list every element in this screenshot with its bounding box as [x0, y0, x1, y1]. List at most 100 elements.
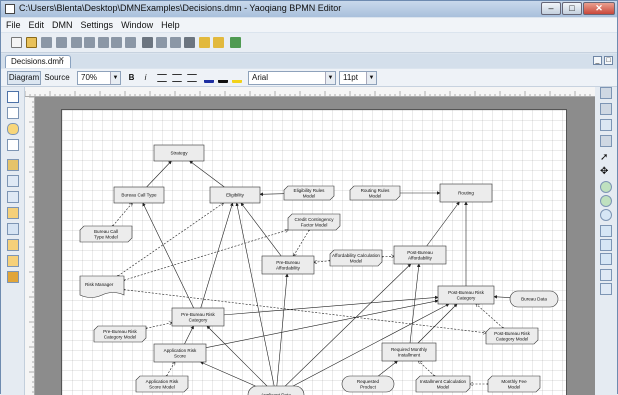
- requirement-edge[interactable]: [493, 295, 511, 299]
- requirement-edge[interactable]: [382, 256, 394, 257]
- requirement-edge[interactable]: [189, 160, 225, 188]
- requirement-edge[interactable]: [378, 360, 398, 377]
- palette-annotation-icon[interactable]: [7, 191, 19, 203]
- node-bkm[interactable]: Monthly FeeModel: [487, 375, 541, 393]
- menu-help[interactable]: Help: [161, 20, 180, 30]
- requirement-edge[interactable]: [419, 361, 435, 376]
- properties-icon[interactable]: [600, 119, 612, 131]
- palette-association-icon[interactable]: [7, 159, 19, 171]
- save-as-icon[interactable]: [56, 37, 67, 48]
- node-source[interactable]: Risk Manager: [79, 275, 125, 298]
- requirement-edge[interactable]: [409, 263, 421, 344]
- fill-color-icon[interactable]: [232, 73, 242, 83]
- requirement-edge[interactable]: [206, 325, 268, 387]
- requirement-edge[interactable]: [200, 361, 256, 387]
- maximize-button[interactable]: □: [562, 2, 582, 15]
- open-folder-icon[interactable]: [26, 37, 37, 48]
- validate-icon[interactable]: [230, 37, 241, 48]
- fit-width-icon[interactable]: [600, 239, 612, 251]
- requirement-edge[interactable]: [113, 203, 132, 226]
- align-left-icon[interactable]: [157, 74, 167, 82]
- menu-dmn[interactable]: DMN: [52, 20, 73, 30]
- cut-icon[interactable]: [142, 37, 153, 48]
- delete-icon[interactable]: [184, 37, 195, 48]
- requirement-edge[interactable]: [314, 261, 330, 263]
- font-size-select[interactable]: 11pt ▼: [339, 71, 377, 85]
- outline-icon[interactable]: [600, 87, 612, 99]
- requirement-edge[interactable]: [276, 273, 289, 387]
- canvas-area[interactable]: Strategy Bureau Call Type Eligibility Eligi…: [35, 97, 595, 395]
- node-decision[interactable]: Strategy: [153, 144, 205, 162]
- requirement-edge[interactable]: [205, 299, 439, 349]
- redo-icon[interactable]: [213, 37, 224, 48]
- align-center-icon[interactable]: [172, 74, 182, 82]
- undo-icon[interactable]: [199, 37, 210, 48]
- requirement-edge[interactable]: [146, 323, 172, 329]
- italic-button[interactable]: i: [140, 71, 151, 85]
- requirement-edge[interactable]: [426, 201, 460, 247]
- requirement-edge[interactable]: [142, 202, 194, 309]
- doc-restore-icon[interactable]: □: [604, 56, 613, 65]
- palette-chart-icon[interactable]: [7, 271, 19, 283]
- grid-icon[interactable]: [600, 103, 612, 115]
- node-decision[interactable]: Post-Bureau RiskCategory: [437, 285, 495, 305]
- node-bkm[interactable]: Affordability CalculationModel: [329, 249, 383, 267]
- node-data[interactable]: RequestedProduct: [341, 375, 395, 393]
- minimize-button[interactable]: –: [541, 2, 561, 15]
- palette-table-icon[interactable]: [7, 223, 19, 235]
- palette-input-data-icon[interactable]: [7, 123, 19, 135]
- zoom-out-icon[interactable]: [600, 195, 612, 207]
- palette-decision-icon[interactable]: [7, 91, 19, 103]
- print-icon[interactable]: [125, 37, 136, 48]
- palette-requirement-icon[interactable]: [7, 175, 19, 187]
- node-bkm[interactable]: Eligibility RulesModel: [283, 185, 335, 201]
- preview-icon[interactable]: [98, 37, 109, 48]
- node-decision[interactable]: Eligibility: [209, 186, 261, 204]
- node-bkm[interactable]: Pre-Bureau RiskCategory Model: [93, 325, 147, 343]
- zoom-in-icon[interactable]: [600, 181, 612, 193]
- node-decision[interactable]: Pre-Bureau RiskCategory: [171, 307, 225, 327]
- save-icon[interactable]: [41, 37, 52, 48]
- menu-file[interactable]: File: [6, 20, 21, 30]
- source-tab[interactable]: Source: [43, 71, 71, 85]
- palette-bkm-icon[interactable]: [7, 107, 19, 119]
- node-decision[interactable]: Post-BureauAffordability: [393, 245, 447, 265]
- requirement-edge[interactable]: [235, 202, 275, 387]
- new-file-icon[interactable]: [11, 37, 22, 48]
- diagram-page[interactable]: Strategy Bureau Call Type Eligibility Eligi…: [61, 109, 567, 395]
- page-setup-icon[interactable]: [111, 37, 122, 48]
- requirement-edge[interactable]: [118, 203, 224, 276]
- node-data[interactable]: Bureau Data: [509, 290, 559, 308]
- pointer-icon[interactable]: ➚: [600, 153, 612, 165]
- node-decision[interactable]: Required MonthlyInstallment: [381, 342, 437, 362]
- bold-button[interactable]: B: [126, 71, 137, 85]
- diagram-tab[interactable]: Diagram: [7, 71, 41, 85]
- export-image-icon[interactable]: [600, 269, 612, 281]
- align-right-icon[interactable]: [187, 74, 197, 82]
- import-icon[interactable]: [84, 37, 95, 48]
- requirement-edge[interactable]: [285, 263, 412, 387]
- node-decision[interactable]: Routing: [439, 183, 493, 203]
- pan-icon[interactable]: ✥: [600, 167, 612, 179]
- doc-minimize-icon[interactable]: _: [593, 56, 602, 65]
- node-bkm[interactable]: Bureau CallType Model: [79, 225, 133, 243]
- node-bkm[interactable]: Installment CalculationModel: [415, 375, 471, 393]
- page-icon[interactable]: [600, 135, 612, 147]
- menu-window[interactable]: Window: [121, 20, 153, 30]
- requirement-edge[interactable]: [167, 362, 175, 376]
- menu-settings[interactable]: Settings: [81, 20, 114, 30]
- requirement-edge[interactable]: [184, 325, 194, 345]
- node-bkm[interactable]: Credit ContingencyFactor Model: [287, 213, 341, 231]
- requirement-edge[interactable]: [259, 192, 285, 197]
- node-bkm[interactable]: Routing RulesModel: [349, 185, 401, 201]
- palette-element-icon[interactable]: [7, 255, 19, 267]
- node-decision[interactable]: Application RiskScore: [153, 343, 207, 363]
- fit-height-icon[interactable]: [600, 253, 612, 265]
- requirement-edge[interactable]: [240, 202, 282, 257]
- export-icon[interactable]: [71, 37, 82, 48]
- copy-icon[interactable]: [156, 37, 167, 48]
- dmn-diagram[interactable]: Strategy Bureau Call Type Eligibility Eligi…: [62, 110, 568, 395]
- paste-icon[interactable]: [170, 37, 181, 48]
- palette-item-icon[interactable]: [7, 239, 19, 251]
- font-color-icon[interactable]: [204, 73, 214, 83]
